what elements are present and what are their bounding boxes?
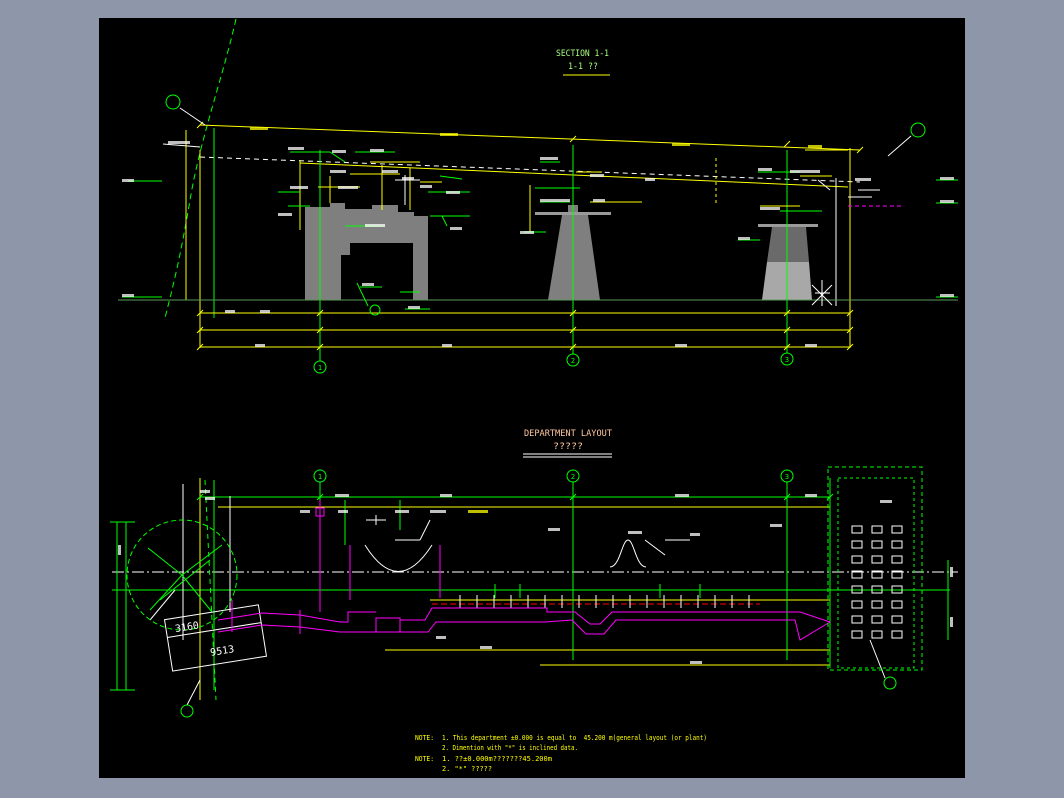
- small-annotation-mark: [330, 170, 346, 173]
- small-annotation-mark: [855, 178, 871, 181]
- small-annotation-mark: [278, 213, 292, 216]
- small-annotation-mark: [250, 127, 268, 130]
- note-english-2: 2. Dimention with "*" is inclined data.: [442, 744, 578, 752]
- note-local-1: 1. ??±0.000m???????45.200m: [442, 755, 552, 763]
- small-annotation-mark: [440, 494, 452, 497]
- small-annotation-mark: [205, 497, 215, 500]
- small-annotation-mark: [770, 524, 782, 527]
- small-annotation-mark: [760, 207, 780, 210]
- axis-label: 3: [785, 356, 789, 364]
- axis-label: 3: [785, 473, 789, 481]
- small-annotation-mark: [332, 150, 346, 153]
- small-annotation-mark: [758, 168, 772, 171]
- axis-label: 1: [318, 364, 322, 372]
- small-annotation-mark: [675, 344, 687, 347]
- small-annotation-mark: [672, 143, 690, 146]
- small-annotation-mark: [950, 617, 953, 627]
- small-annotation-mark: [590, 174, 604, 177]
- small-annotation-mark: [300, 510, 310, 513]
- small-annotation-mark: [402, 177, 414, 180]
- small-annotation-mark: [122, 179, 134, 182]
- drawing-canvas[interactable]: SECTION 1-1 1-1 ?? 1 2 3 DEPARTMENT LAYO…: [0, 0, 1064, 798]
- note-english-1: 1. This department ±0.000 is equal to 45…: [442, 734, 707, 742]
- small-annotation-mark: [338, 186, 358, 189]
- small-annotation-mark: [122, 294, 134, 297]
- section-subtitle: 1-1 ??: [568, 62, 598, 72]
- small-annotation-mark: [255, 344, 265, 347]
- small-annotation-mark: [118, 545, 121, 555]
- note-label-local: NOTE:: [415, 755, 434, 763]
- small-annotation-mark: [593, 199, 605, 202]
- small-annotation-mark: [430, 510, 446, 513]
- right-pier-upper: [767, 227, 809, 262]
- small-annotation-mark: [288, 147, 304, 150]
- small-annotation-mark: [335, 494, 349, 497]
- small-annotation-mark: [395, 510, 409, 513]
- note-local-2: 2. "*" ?????: [442, 765, 492, 773]
- small-annotation-mark: [805, 494, 817, 497]
- small-annotation-mark: [540, 199, 570, 202]
- small-annotation-mark: [520, 231, 534, 234]
- small-annotation-mark: [480, 646, 492, 649]
- small-annotation-mark: [442, 344, 452, 347]
- small-annotation-mark: [940, 200, 954, 203]
- small-annotation-mark: [362, 283, 374, 286]
- small-annotation-mark: [440, 133, 458, 136]
- small-annotation-mark: [260, 310, 270, 313]
- small-annotation-mark: [690, 533, 700, 536]
- small-annotation-mark: [548, 528, 560, 531]
- small-annotation-mark: [675, 494, 689, 497]
- small-annotation-mark: [382, 170, 398, 173]
- small-annotation-mark: [408, 306, 420, 309]
- layout-title: DEPARTMENT LAYOUT: [524, 429, 613, 439]
- small-annotation-mark: [468, 510, 488, 513]
- small-annotation-mark: [450, 227, 462, 230]
- small-annotation-mark: [540, 157, 558, 160]
- small-annotation-mark: [690, 661, 702, 664]
- small-annotation-mark: [420, 185, 432, 188]
- note-label-english: NOTE:: [415, 734, 434, 742]
- small-annotation-mark: [738, 237, 750, 240]
- small-annotation-mark: [645, 178, 655, 181]
- small-annotation-mark: [940, 294, 954, 297]
- small-annotation-mark: [370, 149, 384, 152]
- right-pier-cap: [758, 224, 818, 227]
- small-annotation-mark: [338, 510, 348, 513]
- layout-subtitle: ?????: [553, 442, 583, 452]
- small-annotation-mark: [290, 186, 308, 189]
- model-space-background: [99, 18, 965, 778]
- small-annotation-mark: [790, 170, 820, 173]
- axis-label: 1: [318, 473, 322, 481]
- small-annotation-mark: [168, 141, 190, 144]
- section-title: SECTION 1-1: [556, 49, 609, 59]
- small-annotation-mark: [880, 500, 892, 503]
- small-annotation-mark: [808, 145, 822, 148]
- axis-label: 2: [571, 357, 575, 365]
- small-annotation-mark: [950, 567, 953, 577]
- small-annotation-mark: [365, 224, 385, 227]
- small-annotation-mark: [436, 636, 446, 639]
- small-annotation-mark: [446, 191, 460, 194]
- small-annotation-mark: [628, 531, 642, 534]
- small-annotation-mark: [805, 344, 817, 347]
- axis-label: 2: [571, 473, 575, 481]
- small-annotation-mark: [200, 490, 210, 493]
- small-annotation-mark: [940, 177, 954, 180]
- small-annotation-mark: [225, 310, 235, 313]
